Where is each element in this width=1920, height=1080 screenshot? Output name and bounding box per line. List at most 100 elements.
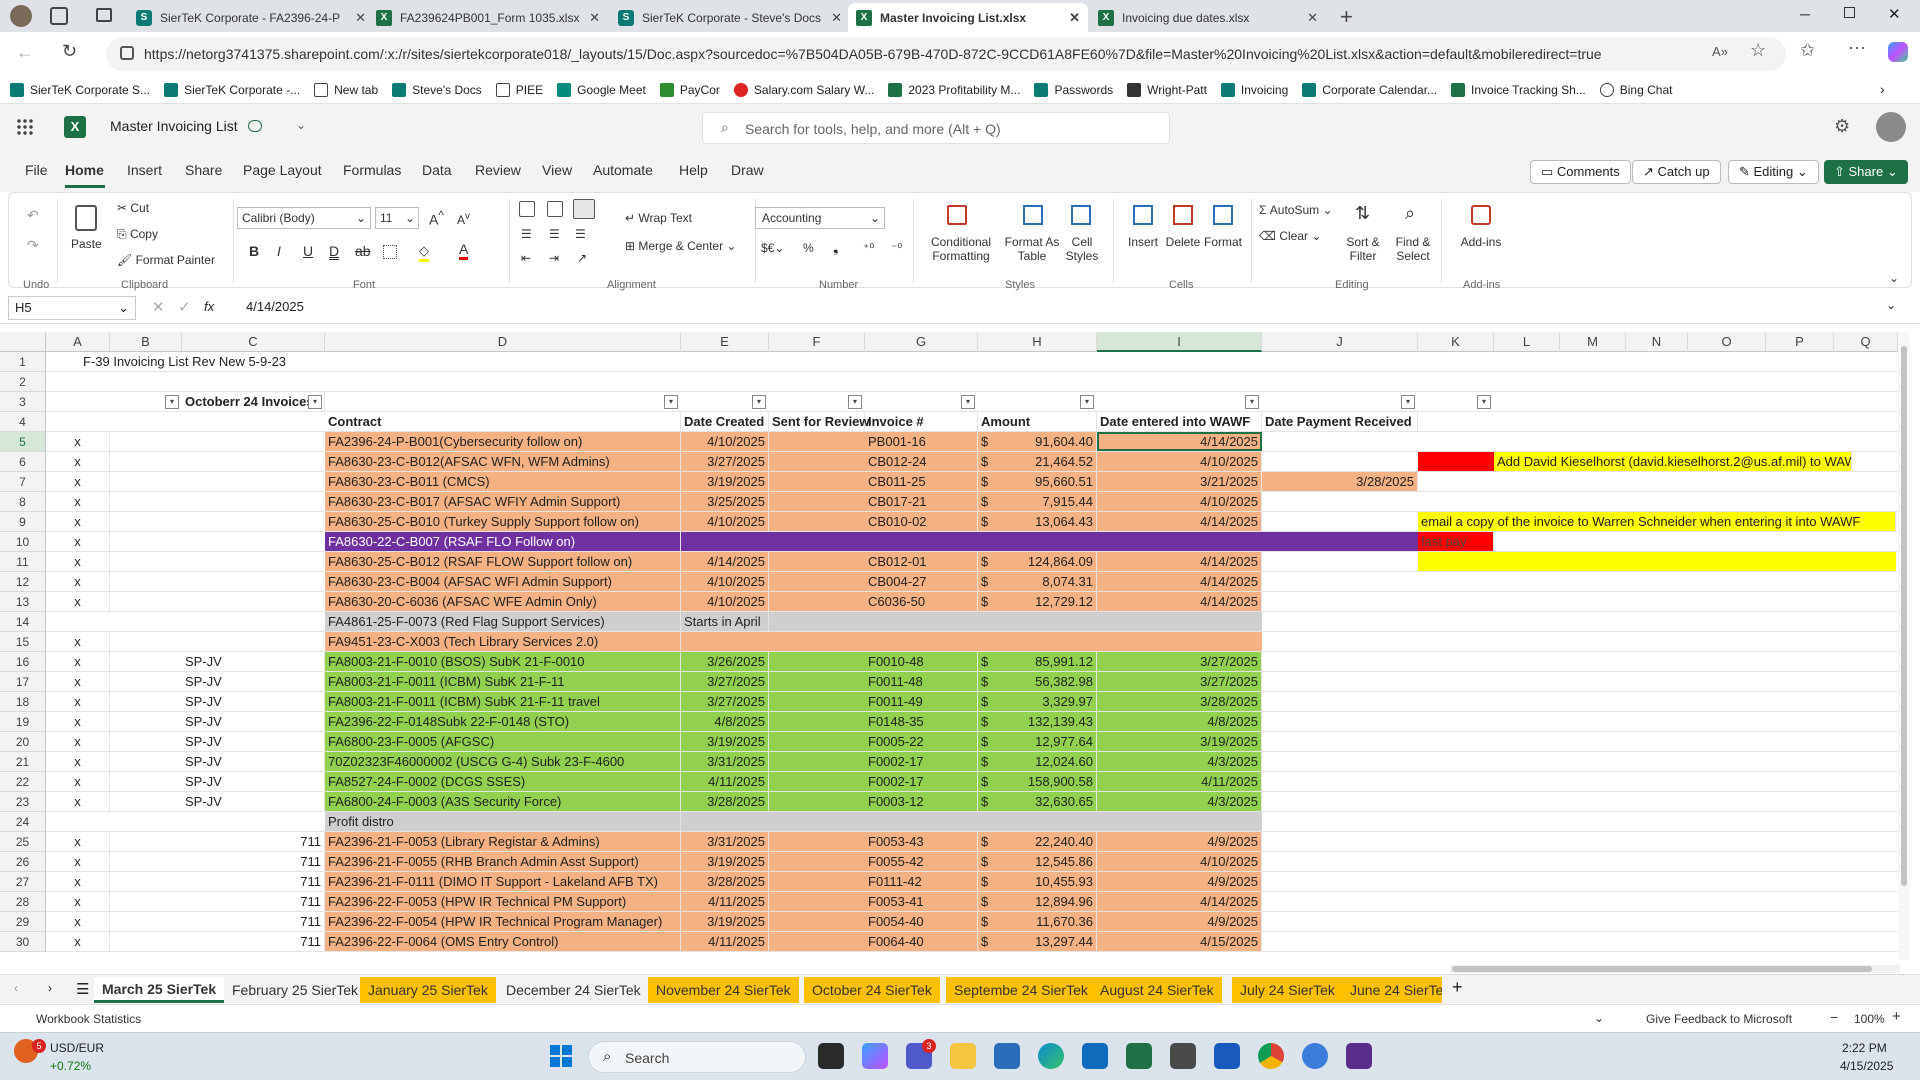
- cell-g[interactable]: F0054-40: [865, 912, 978, 931]
- comma-style-icon[interactable]: ❟: [833, 239, 839, 256]
- cell-d[interactable]: FA2396-22-F-0064 (OMS Entry Control): [325, 932, 681, 951]
- column-header[interactable]: Q: [1834, 332, 1898, 352]
- zoom-level[interactable]: 100%: [1854, 1012, 1885, 1026]
- cell-c[interactable]: 711: [182, 872, 325, 891]
- sheet-tab[interactable]: January 25 SierTek: [360, 977, 496, 1003]
- filter-dropdown-icon[interactable]: ▾: [961, 395, 975, 409]
- cell-d[interactable]: FA6800-23-F-0005 (AFGSC): [325, 732, 681, 751]
- sheet-tab[interactable]: December 24 SierTek: [498, 977, 649, 1003]
- menu-automate[interactable]: Automate: [593, 162, 653, 178]
- row-header[interactable]: 16: [0, 652, 46, 672]
- cell-a[interactable]: x: [46, 532, 110, 551]
- cell-g[interactable]: F0064-40: [865, 932, 978, 951]
- fill-color-icon[interactable]: ◇: [419, 243, 429, 262]
- note-cell[interactable]: email a copy of the invoice to Warren Sc…: [1418, 512, 1896, 531]
- cell-d[interactable]: FA6800-24-F-0003 (A3S Security Force): [325, 792, 681, 811]
- cell-d[interactable]: FA8630-22-C-B007 (RSAF FLO Follow on): [325, 532, 681, 551]
- grow-font-icon[interactable]: A^: [429, 209, 444, 228]
- row-header[interactable]: 28: [0, 892, 46, 912]
- row-header[interactable]: 27: [0, 872, 46, 892]
- cell-e[interactable]: 3/28/2025: [681, 872, 769, 891]
- note-cell[interactable]: Add David Kieselhorst (david.kieselhorst…: [1494, 452, 1852, 471]
- cell-e[interactable]: 4/10/2025: [681, 432, 769, 451]
- increase-decimal-icon[interactable]: ⁺⁰: [863, 241, 874, 255]
- cell-i[interactable]: 4/11/2025: [1097, 772, 1262, 791]
- cell-c[interactable]: 711: [182, 912, 325, 931]
- cell-a[interactable]: x: [46, 512, 110, 531]
- back-icon[interactable]: ←: [16, 42, 34, 63]
- clock-date[interactable]: 4/15/2025: [1840, 1059, 1893, 1073]
- zoom-in-icon[interactable]: +: [1892, 1008, 1901, 1025]
- cell-b[interactable]: F-39 Invoicing List Rev New 5-9-23: [80, 352, 289, 371]
- double-underline-icon[interactable]: D: [329, 243, 339, 259]
- cell-d[interactable]: FA2396-22-F-0053 (HPW IR Technical PM Su…: [325, 892, 681, 911]
- site-info-icon[interactable]: [120, 46, 134, 60]
- close-icon[interactable]: ✕: [589, 10, 600, 26]
- format-painter-button[interactable]: 🖌 Format Painter: [117, 253, 215, 267]
- cell-h[interactable]: 158,900.58: [978, 772, 1097, 791]
- column-header[interactable]: I: [1097, 332, 1262, 352]
- cell-g[interactable]: F0005-22: [865, 732, 978, 751]
- cell-d[interactable]: FA2396-22-F-0148Subk 22-F-0148 (STO): [325, 712, 681, 731]
- cell-g[interactable]: CB011-25: [865, 472, 978, 491]
- sort-filter-button[interactable]: Sort & Filter: [1339, 235, 1387, 263]
- file-explorer-icon[interactable]: [950, 1043, 976, 1069]
- formula-input[interactable]: 4/14/2025: [246, 299, 304, 314]
- restore-icon[interactable]: [1844, 7, 1855, 18]
- sheet-tab[interactable]: August 24 SierTek: [1092, 977, 1222, 1003]
- cell-g[interactable]: F0002-17: [865, 752, 978, 771]
- cell-d[interactable]: FA2396-21-F-0055 (RHB Branch Admin Asst …: [325, 852, 681, 871]
- bookmark[interactable]: Bing Chat: [1599, 82, 1672, 97]
- font-size-select[interactable]: 11 ⌄: [375, 207, 419, 229]
- bookmark[interactable]: 2023 Profitability M...: [888, 82, 1020, 97]
- browser-tab[interactable]: S SierTeK Corporate - Steve's Docs ✕: [610, 3, 850, 32]
- cell-d[interactable]: FA9451-23-C-X003 (Tech Library Services …: [325, 632, 681, 651]
- cell-styles-icon[interactable]: [1071, 205, 1091, 225]
- cell-j[interactable]: 3/28/2025: [1262, 472, 1418, 491]
- browser-tab[interactable]: S SierTeK Corporate - FA2396-24-P ✕: [128, 3, 374, 32]
- column-header[interactable]: K: [1418, 332, 1494, 352]
- minimize-icon[interactable]: ─: [1800, 6, 1810, 22]
- clock-time[interactable]: 2:22 PM: [1842, 1041, 1887, 1055]
- chevron-down-icon[interactable]: ⌄: [296, 118, 306, 132]
- filter-dropdown-icon[interactable]: ▾: [1245, 395, 1259, 409]
- align-left-icon[interactable]: ☰: [521, 227, 532, 241]
- sort-filter-icon[interactable]: ⇅: [1355, 203, 1370, 224]
- cell-d[interactable]: FA8630-20-C-6036 (AFSAC WFE Admin Only): [325, 592, 681, 611]
- cell-a[interactable]: x: [46, 452, 110, 471]
- cell-i[interactable]: 3/28/2025: [1097, 692, 1262, 711]
- tab-actions-icon[interactable]: [96, 8, 112, 22]
- row-header[interactable]: 4: [0, 412, 46, 432]
- cell-d[interactable]: FA8630-23-C-B004 (AFSAC WFI Admin Suppor…: [325, 572, 681, 591]
- format-cells-button[interactable]: Format: [1199, 235, 1247, 249]
- cell-h[interactable]: 13,064.43: [978, 512, 1097, 531]
- cell-e[interactable]: 4/10/2025: [681, 592, 769, 611]
- cell-c[interactable]: 711: [182, 852, 325, 871]
- cell-g[interactable]: F0055-42: [865, 852, 978, 871]
- cell-h[interactable]: Amount: [978, 412, 1097, 431]
- cell-a[interactable]: x: [46, 492, 110, 511]
- cell-i[interactable]: 4/8/2025: [1097, 712, 1262, 731]
- task-view-icon[interactable]: [818, 1043, 844, 1069]
- catchup-button[interactable]: ↗ Catch up: [1632, 160, 1721, 184]
- cell-d[interactable]: FA4861-25-F-0073 (Red Flag Support Servi…: [325, 612, 681, 631]
- row-header[interactable]: 19: [0, 712, 46, 732]
- cell-h[interactable]: 22,240.40: [978, 832, 1097, 851]
- sheet-tab[interactable]: July 24 SierTek: [1232, 977, 1343, 1003]
- merge-center-button[interactable]: ⊞ Merge & Center ⌄: [625, 239, 736, 253]
- cell-a[interactable]: x: [46, 592, 110, 611]
- cell-h[interactable]: 13,297.44: [978, 932, 1097, 951]
- cell-e[interactable]: 3/27/2025: [681, 692, 769, 711]
- note-cell[interactable]: fast pay: [1418, 532, 1494, 551]
- calculator-icon[interactable]: [1170, 1043, 1196, 1069]
- cell-h[interactable]: 3,329.97: [978, 692, 1097, 711]
- cell-d[interactable]: FA8630-23-C-B011 (CMCS): [325, 472, 681, 491]
- excel-icon[interactable]: [1126, 1043, 1152, 1069]
- row-header[interactable]: 2: [0, 372, 46, 392]
- menu-help[interactable]: Help: [679, 162, 708, 178]
- cell-i[interactable]: 3/21/2025: [1097, 472, 1262, 491]
- cell-g[interactable]: F0003-12: [865, 792, 978, 811]
- cell-i[interactable]: 4/14/2025: [1097, 892, 1262, 911]
- cell-g[interactable]: F0148-35: [865, 712, 978, 731]
- cell-f[interactable]: Sent for Review: [769, 412, 870, 431]
